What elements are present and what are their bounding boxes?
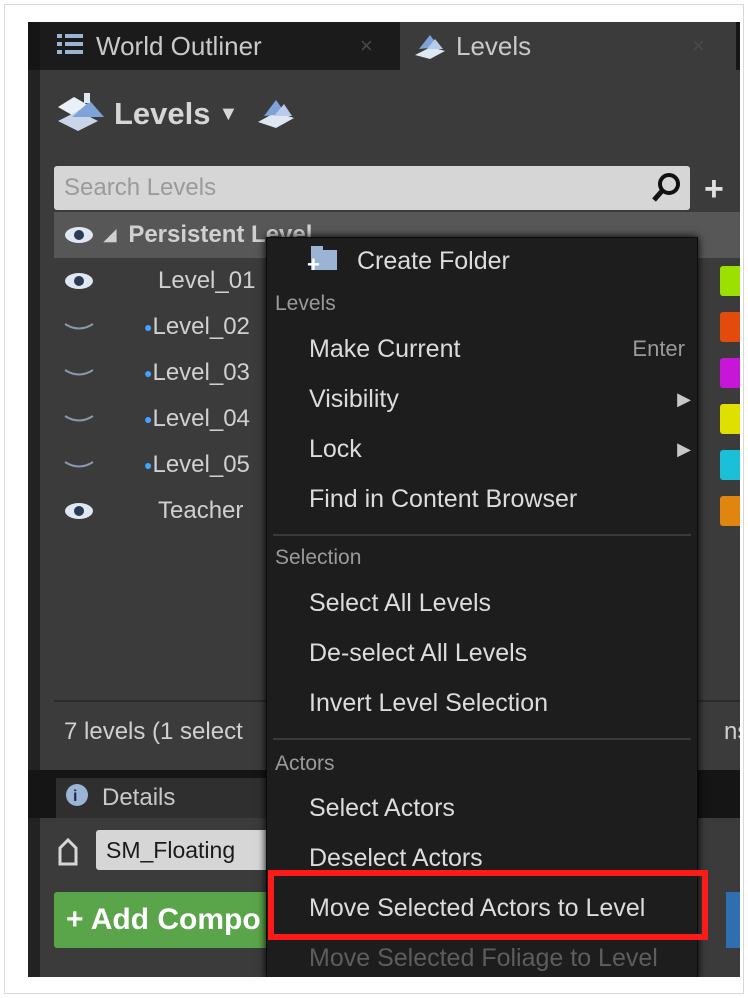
add-folder-icon: + (307, 242, 343, 281)
close-icon[interactable]: × (692, 33, 705, 59)
eye-icon[interactable] (54, 225, 104, 245)
tab-world-outliner[interactable]: World Outliner × (40, 22, 400, 70)
tab-label: World Outliner (96, 30, 262, 61)
modified-dot-icon: ● (144, 411, 153, 427)
menu-item-make-current[interactable]: Make Current Enter (267, 326, 697, 372)
modified-dot-icon: ● (144, 457, 153, 473)
list-icon (50, 22, 90, 70)
unreal-editor: World Outliner × Levels × Levels ▼ Searc… (28, 22, 740, 977)
menu-label: Select Actors (309, 793, 455, 822)
levels-logo-icon (54, 87, 110, 142)
highlight-box (268, 870, 708, 940)
level-color-swatch[interactable] (720, 358, 740, 388)
menu-item-find-in-content-browser[interactable]: Find in Content Browser (267, 476, 697, 522)
svg-text:+: + (307, 252, 320, 274)
svg-text:i: i (73, 788, 77, 805)
level-color-swatch[interactable] (720, 404, 740, 434)
menu-label: Deselect Actors (309, 843, 483, 872)
eye-icon[interactable] (54, 271, 104, 291)
levels-header: Levels ▼ (40, 70, 740, 158)
search-levels-input[interactable]: Search Levels (54, 166, 690, 210)
add-level-icon[interactable]: + (704, 170, 724, 209)
view-options-button[interactable]: ns▼ (714, 718, 740, 746)
tab-levels[interactable]: Levels × (400, 22, 736, 70)
level-name: Level_05 (152, 451, 250, 478)
level-name: Level_04 (152, 405, 250, 432)
menu-label: Select All Levels (309, 588, 492, 617)
menu-section-levels: Levels (275, 292, 336, 315)
level-name: Level_02 (152, 313, 250, 340)
panel-tabbar: World Outliner × Levels × (28, 22, 740, 70)
menu-label: Invert Level Selection (309, 688, 549, 717)
tab-label: Details (102, 784, 176, 811)
level-tools-icon[interactable] (256, 94, 296, 135)
close-icon[interactable]: × (360, 33, 373, 59)
shortcut-hint: Enter (632, 336, 685, 361)
context-menu: + Create Folder Levels Make Current Ente… (266, 237, 698, 977)
levels-dropdown-label[interactable]: Levels (114, 96, 211, 132)
chevron-down-icon[interactable]: ▼ (219, 103, 239, 126)
info-icon: i (64, 782, 90, 815)
menu-item-select-actors[interactable]: Select Actors (267, 785, 697, 831)
eye-icon[interactable] (54, 501, 104, 521)
level-color-swatch[interactable] (720, 496, 740, 526)
view-options-label: ns (724, 718, 740, 745)
level-color-swatch[interactable] (720, 312, 740, 342)
eye-closed-icon[interactable] (54, 367, 104, 379)
menu-item-visibility[interactable]: Visibility ▶ (267, 376, 697, 422)
menu-item-lock[interactable]: Lock ▶ (267, 426, 697, 472)
modified-dot-icon: ● (144, 365, 153, 381)
search-placeholder: Search Levels (64, 174, 217, 201)
submenu-arrow-icon: ▶ (677, 438, 691, 459)
menu-item-select-all-levels[interactable]: Select All Levels (267, 580, 697, 626)
menu-separator (273, 534, 691, 536)
menu-section-selection: Selection (275, 546, 362, 569)
levels-icon (410, 22, 450, 70)
level-color-swatch[interactable] (720, 266, 740, 296)
menu-item-invert-level-selection[interactable]: Invert Level Selection (267, 680, 697, 726)
eye-closed-icon[interactable] (54, 413, 104, 425)
eye-closed-icon[interactable] (54, 459, 104, 471)
menu-label: Make Current (309, 334, 461, 363)
menu-label: Visibility (309, 384, 399, 413)
level-name: Teacher (158, 497, 244, 524)
expand-triangle-icon[interactable]: ◢ (104, 225, 116, 245)
actor-icon (54, 836, 82, 871)
menu-label: Lock (309, 434, 362, 463)
menu-section-actors: Actors (275, 752, 335, 775)
levels-count: 7 levels (1 select (64, 718, 243, 745)
menu-separator (273, 738, 691, 740)
menu-item-create-folder[interactable]: + Create Folder (267, 238, 697, 284)
menu-label: Create Folder (357, 246, 510, 275)
eye-closed-icon[interactable] (54, 321, 104, 333)
level-name: Level_01 (158, 267, 256, 294)
menu-label: Move Selected Foliage to Level (309, 943, 658, 972)
submenu-arrow-icon: ▶ (677, 388, 691, 409)
level-name: Level_03 (152, 359, 250, 386)
level-color-swatch[interactable] (720, 450, 740, 480)
search-icon (650, 171, 684, 210)
menu-item-deselect-all-levels[interactable]: De-select All Levels (267, 630, 697, 676)
blueprint-button[interactable] (726, 892, 740, 948)
menu-label: De-select All Levels (309, 638, 528, 667)
tab-label: Levels (456, 30, 532, 61)
menu-item-move-foliage-to-level[interactable]: Move Selected Foliage to Level (267, 935, 697, 977)
menu-label: Find in Content Browser (309, 484, 578, 513)
modified-dot-icon: ● (144, 319, 153, 335)
